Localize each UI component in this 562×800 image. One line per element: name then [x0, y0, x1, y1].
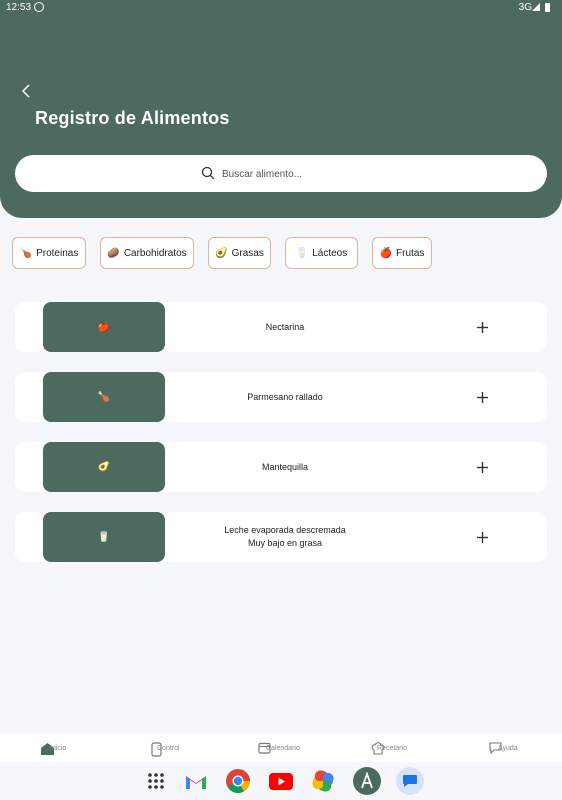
nav-label: Calendario	[266, 745, 300, 752]
category-chip-grasas[interactable]: 🥑 Grasas	[208, 237, 271, 269]
food-info: Mantequilla	[195, 442, 375, 492]
food-list-item[interactable]: 🍎 Nectarina	[15, 302, 547, 352]
nav-item-recetario[interactable]: Recetario	[336, 733, 448, 763]
system-dock	[0, 762, 562, 800]
nav-item-ayuda[interactable]: Ayuda	[448, 733, 560, 763]
avocado-icon: 🥑	[97, 461, 111, 473]
add-food-button[interactable]	[473, 458, 491, 476]
nav-label: Recetario	[377, 745, 407, 752]
category-label: Lácteos	[312, 247, 348, 259]
drumstick-icon: 🍗	[19, 247, 33, 259]
avocado-icon: 🥑	[215, 247, 228, 259]
potato-icon: 🥔	[107, 247, 120, 259]
apple-icon: 🍎	[379, 247, 393, 259]
nav-item-control[interactable]: Control	[112, 733, 224, 763]
plus-icon	[476, 321, 488, 333]
nav-item-calendario[interactable]: Calendario	[224, 733, 336, 763]
network-type: 3G	[518, 2, 532, 13]
category-chip-lacteos[interactable]: 🥛 Lácteos	[285, 237, 358, 269]
notification-icon	[34, 2, 44, 12]
nav-item-inicio[interactable]: Inicio	[0, 733, 112, 763]
apple-icon: 🍎	[97, 321, 111, 333]
food-name: Leche evaporada descremada	[224, 525, 346, 535]
youtube-icon[interactable]	[268, 768, 294, 794]
food-thumbnail: 🍎	[43, 302, 165, 352]
category-label: Grasas	[231, 247, 264, 259]
plus-icon	[476, 531, 488, 543]
milk-icon: 🥛	[295, 247, 309, 259]
back-button[interactable]	[16, 80, 36, 102]
bottom-navigation: Inicio Control Calendario Recetario Ayud…	[0, 732, 562, 762]
food-note: Muy bajo en grasa	[247, 538, 323, 548]
food-name: Nectarina	[265, 321, 305, 332]
add-food-button[interactable]	[473, 318, 491, 336]
search-icon	[201, 166, 215, 180]
plus-icon	[476, 391, 488, 403]
category-chip-proteinas[interactable]: 🍗 Proteinas	[12, 237, 86, 269]
food-info: Parmesano rallado	[195, 372, 375, 422]
status-time: 12:53	[6, 2, 32, 13]
apps-grid-icon[interactable]	[143, 768, 169, 794]
food-thumbnail: 🍗	[43, 372, 165, 422]
food-list-item[interactable]: 🍗 Parmesano rallado	[15, 372, 547, 422]
app-icon[interactable]	[353, 767, 381, 795]
add-food-button[interactable]	[473, 388, 491, 406]
plus-icon	[476, 461, 488, 473]
add-food-button[interactable]	[473, 528, 491, 546]
battery-icon	[545, 3, 550, 12]
search-input[interactable]	[222, 165, 522, 183]
chevron-left-icon	[21, 84, 30, 98]
header: 12:53 3G Registro de Alimentos	[0, 0, 562, 218]
gmail-icon[interactable]	[183, 768, 209, 794]
food-list-item[interactable]: 🥛 Leche evaporada descremada Muy bajo en…	[15, 512, 547, 562]
food-list-item[interactable]: 🥑 Mantequilla	[15, 442, 547, 492]
food-info: Nectarina	[195, 302, 375, 352]
drumstick-icon: 🍗	[97, 391, 111, 403]
food-name: Mantequilla	[261, 461, 309, 472]
nav-label: Ayuda	[498, 745, 518, 752]
category-chip-frutas[interactable]: 🍎 Frutas	[372, 237, 432, 269]
search-bar[interactable]	[15, 155, 547, 192]
page-title: Registro de Alimentos	[35, 108, 230, 128]
category-label: Proteinas	[36, 247, 79, 259]
food-thumbnail: 🥑	[43, 442, 165, 492]
milk-icon: 🥛	[97, 531, 111, 543]
food-thumbnail: 🥛	[43, 512, 165, 562]
nav-label: Control	[157, 745, 180, 752]
category-chip-carbohidratos[interactable]: 🥔 Carbohidratos	[100, 237, 194, 269]
category-label: Frutas	[396, 247, 425, 259]
status-bar: 12:53 3G	[0, 0, 562, 16]
food-info: Leche evaporada descremada Muy bajo en g…	[195, 512, 375, 562]
photos-icon[interactable]	[310, 768, 336, 794]
signal-icon	[532, 3, 540, 11]
chrome-icon[interactable]	[225, 768, 251, 794]
food-name: Parmesano rallado	[247, 391, 323, 402]
category-label: Carbohidratos	[123, 247, 187, 259]
nav-label: Inicio	[50, 745, 67, 752]
messages-icon[interactable]	[396, 767, 424, 795]
